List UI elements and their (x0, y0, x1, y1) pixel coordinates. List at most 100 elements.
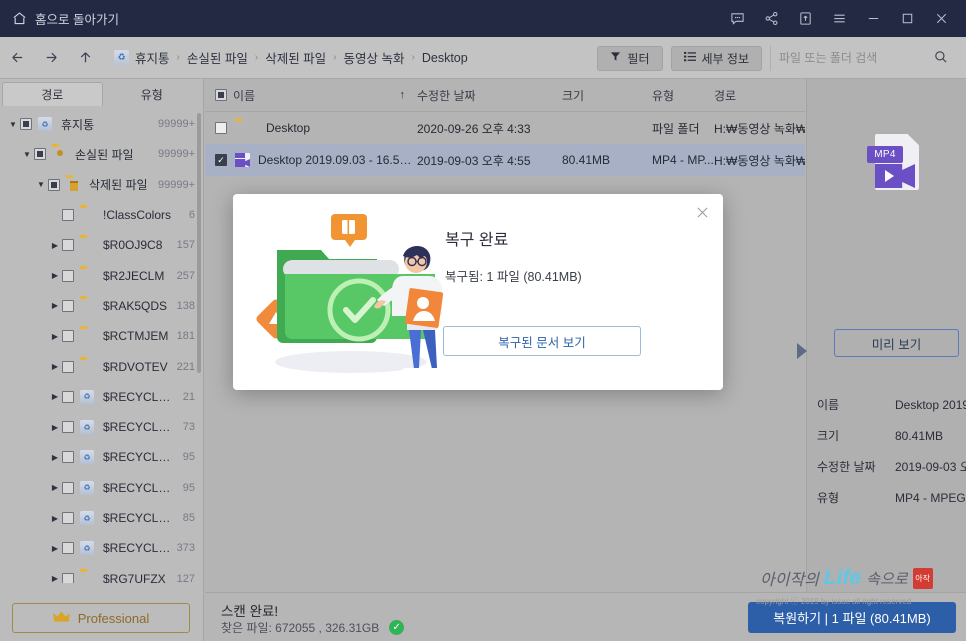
professional-upgrade-button[interactable]: Professional (12, 603, 190, 633)
tree-item-checkbox[interactable] (62, 481, 74, 494)
tree-item-checkbox[interactable] (62, 572, 74, 583)
tree-item[interactable]: ▶ $R0OJ9C8 157 (0, 230, 203, 260)
tree-item[interactable]: ▶ $RCTMJEM 181 (0, 321, 203, 351)
row-checkbox[interactable] (215, 154, 227, 166)
tree-expand-icon[interactable]: ▶ (48, 423, 62, 432)
sort-ascending-icon[interactable]: ↑ (400, 89, 406, 101)
tree-item-checkbox[interactable] (62, 330, 74, 343)
breadcrumb-item-3[interactable]: 동영상 녹화 (344, 48, 405, 67)
close-icon[interactable] (924, 0, 958, 37)
tree-item[interactable]: ▶ $RAK5QDS 138 (0, 291, 203, 321)
property-row: 수정한 날짜 2019-09-03 오 (817, 451, 966, 482)
tree-item-checkbox[interactable] (62, 299, 74, 312)
tree-item[interactable]: ▶ ♻ $RECYCLE.BIN 95 (0, 442, 203, 472)
tree-expand-icon[interactable]: ▶ (48, 362, 62, 371)
search-box[interactable] (770, 45, 960, 71)
tree-item[interactable]: ▶ ♻ $RECYCLE.BIN 373 (0, 533, 203, 563)
back-button[interactable] (0, 37, 34, 79)
tree-item-checkbox[interactable] (62, 421, 74, 434)
sidebar-tab-path[interactable]: 경로 (2, 82, 103, 106)
tree-item-label: $RCTMJEM (103, 329, 169, 344)
menu-icon[interactable] (822, 0, 856, 37)
tree-expand-icon[interactable]: ▶ (48, 271, 62, 280)
breadcrumb-item-2[interactable]: 삭제된 파일 (265, 48, 326, 67)
tree-expand-icon[interactable]: ▶ (48, 241, 62, 250)
tree-collapse-icon[interactable]: ▼ (20, 150, 34, 159)
tree-expand-icon[interactable]: ▶ (48, 514, 62, 523)
home-button[interactable]: 홈으로 돌아가기 (12, 9, 119, 28)
close-icon[interactable] (691, 201, 713, 223)
sidebar-tab-type[interactable]: 유형 (103, 82, 202, 106)
sidebar: 경로 유형 ▼ ♻ 휴지통 99999+ ▼ 손실된 파일 99999+ ▼ 삭제된 파일 999… (0, 79, 204, 641)
tree-expand-icon[interactable]: ▶ (48, 544, 62, 553)
tree-expand-icon[interactable]: ▶ (48, 453, 62, 462)
tree-item-checkbox[interactable] (34, 148, 46, 161)
tree-collapse-icon[interactable]: ▼ (6, 120, 20, 129)
home-label: 홈으로 돌아가기 (35, 13, 119, 27)
tree-item[interactable]: !ClassColors 6 (0, 200, 203, 230)
search-icon[interactable] (934, 50, 948, 67)
column-header-name[interactable]: 이름 ↑ (205, 79, 417, 111)
tree-expand-icon[interactable]: ▶ (48, 301, 62, 310)
tree-item-checkbox[interactable] (62, 390, 74, 403)
tree-item[interactable]: ▶ ♻ $RECYCLE.BIN 21 (0, 382, 203, 412)
search-input[interactable] (779, 51, 934, 65)
column-header-date[interactable]: 수정한 날짜 (417, 79, 562, 111)
sidebar-scrollbar[interactable] (197, 113, 201, 373)
export-icon[interactable] (788, 0, 822, 37)
minimize-icon[interactable] (856, 0, 890, 37)
tree-item-checkbox[interactable] (48, 178, 60, 191)
share-icon[interactable] (754, 0, 788, 37)
tree-item-checkbox[interactable] (20, 118, 32, 131)
tree-item-checkbox[interactable] (62, 512, 74, 524)
professional-label: Professional (77, 610, 150, 626)
tree-item-checkbox[interactable] (62, 360, 74, 373)
select-all-checkbox[interactable] (215, 89, 227, 101)
tree-item[interactable]: ▼ ♻ 휴지통 99999+ (0, 109, 203, 139)
details-button[interactable]: 세부 정보 (670, 45, 762, 71)
tree-expand-icon[interactable]: ▶ (48, 392, 62, 401)
tree-item[interactable]: ▼ 손실된 파일 99999+ (0, 139, 203, 169)
tree-item-checkbox[interactable] (62, 451, 74, 464)
tree-item[interactable]: ▶ $RG7UFZX 127 (0, 563, 203, 583)
tree-collapse-icon[interactable]: ▼ (34, 180, 48, 189)
preview-button[interactable]: 미리 보기 (834, 329, 959, 357)
tree-item[interactable]: ▶ $RDVOTEV 221 (0, 351, 203, 381)
table-row[interactable]: Desktop 2020-09-26 오후 4:33 파일 폴더 H:₩동영상 녹화₩… (205, 112, 805, 144)
view-recovered-files-button[interactable]: 복구된 문서 보기 (443, 326, 641, 356)
cell-name: Desktop (205, 112, 417, 144)
tree-item-checkbox[interactable] (62, 209, 74, 222)
tree-item[interactable]: ▶ $R2JECLM 257 (0, 260, 203, 290)
tree-expand-icon[interactable]: ▶ (48, 483, 62, 492)
property-row: 크기 80.41MB (817, 420, 966, 451)
breadcrumb-item-0[interactable]: 휴지통 (135, 48, 170, 67)
column-header-path[interactable]: 경로 (714, 79, 805, 111)
tree-item-checkbox[interactable] (62, 239, 74, 252)
cell-date: 2019-09-03 오후 4:55 (417, 153, 531, 168)
tree-item-count: 21 (182, 390, 195, 403)
row-checkbox[interactable] (215, 122, 227, 134)
tree-item-label: $RAK5QDS (103, 298, 168, 313)
tree-item-checkbox[interactable] (62, 542, 74, 555)
breadcrumb-item-4[interactable]: Desktop (422, 51, 468, 65)
tree-expand-icon[interactable]: ▶ (48, 332, 62, 341)
cell-date: 2020-09-26 오후 4:33 (417, 121, 531, 136)
breadcrumb-item-1[interactable]: 손실된 파일 (187, 48, 248, 67)
table-row[interactable]: Desktop 2019.09.03 - 16.53.38.0...2019-0… (205, 144, 805, 176)
collapse-panel-icon[interactable] (797, 343, 807, 359)
maximize-icon[interactable] (890, 0, 924, 37)
tree-item[interactable]: ▼ 삭제된 파일 99999+ (0, 170, 203, 200)
filter-button[interactable]: 필터 (597, 45, 663, 71)
up-button[interactable] (68, 37, 102, 79)
column-header-size[interactable]: 크기 (562, 79, 652, 111)
feedback-icon[interactable] (720, 0, 754, 37)
column-header-type[interactable]: 유형 (652, 79, 714, 111)
tree-item[interactable]: ▶ ♻ $RECYCLE.BIN 95 (0, 473, 203, 503)
tree-item-checkbox[interactable] (62, 269, 74, 282)
file-rows: Desktop 2020-09-26 오후 4:33 파일 폴더 H:₩동영상 녹화₩… (205, 112, 805, 176)
tree-expand-icon[interactable]: ▶ (48, 574, 62, 583)
forward-button[interactable] (34, 37, 68, 79)
tree-item[interactable]: ▶ ♻ $RECYCLE.BIN 85 (0, 503, 203, 533)
restore-button[interactable]: 복원하기 | 1 파일 (80.41MB) (748, 602, 956, 633)
tree-item[interactable]: ▶ ♻ $RECYCLE.BIN 73 (0, 412, 203, 442)
